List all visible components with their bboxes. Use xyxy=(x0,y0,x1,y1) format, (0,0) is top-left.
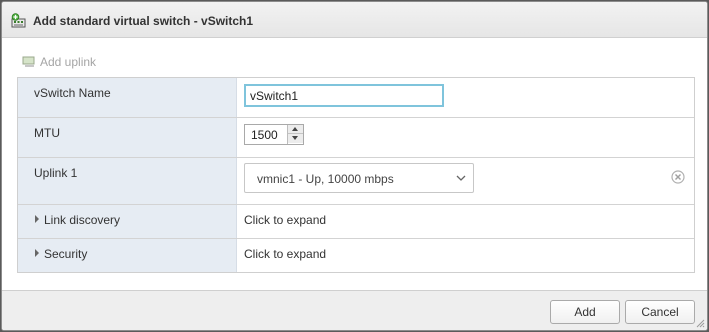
security-label[interactable]: Security xyxy=(35,247,87,261)
mtu-stepper-buttons xyxy=(287,125,303,144)
chevron-down-icon xyxy=(456,175,466,181)
dialog-footer: Add Cancel xyxy=(2,290,707,330)
arrow-up-icon xyxy=(292,127,298,131)
link-discovery-expand-link[interactable]: Click to expand xyxy=(244,213,326,227)
form-row-link-discovery[interactable]: Link discovery Click to expand xyxy=(18,205,694,239)
mtu-stepper[interactable]: 1500 xyxy=(244,124,304,145)
clear-circle-icon[interactable] xyxy=(671,170,685,184)
add-uplink-label: Add uplink xyxy=(40,55,97,69)
form-row-mtu: MTU 1500 xyxy=(18,118,694,158)
form-row-vswitch-name: vSwitch Name xyxy=(18,78,694,118)
dialog-content: Add uplink vSwitch Name MTU 1500 Up xyxy=(2,38,707,290)
resize-grip-icon[interactable] xyxy=(695,318,705,328)
dialog-title: Add standard virtual switch - vSwitch1 xyxy=(33,14,254,28)
arrow-down-icon xyxy=(292,136,298,140)
uplink1-selected-value: vmnic1 - Up, 10000 mbps xyxy=(257,172,394,186)
uplink1-select[interactable]: vmnic1 - Up, 10000 mbps xyxy=(244,163,474,193)
virtual-switch-add-icon xyxy=(11,13,26,28)
security-expand-link[interactable]: Click to expand xyxy=(244,247,326,261)
form-row-uplink1: Uplink 1 vmnic1 - Up, 10000 mbps xyxy=(18,158,694,205)
nic-add-icon xyxy=(22,56,35,67)
expand-triangle-icon xyxy=(35,249,39,257)
link-discovery-label[interactable]: Link discovery xyxy=(35,213,120,227)
mtu-value: 1500 xyxy=(251,128,278,142)
dialog-titlebar[interactable]: Add standard virtual switch - vSwitch1 xyxy=(2,2,707,38)
mtu-decrement-button[interactable] xyxy=(288,134,303,143)
mtu-label: MTU xyxy=(34,126,60,140)
expand-triangle-icon xyxy=(35,215,39,223)
vswitch-name-input[interactable] xyxy=(244,84,444,107)
uplink1-label: Uplink 1 xyxy=(34,166,78,180)
add-button[interactable]: Add xyxy=(550,300,620,324)
form-row-security[interactable]: Security Click to expand xyxy=(18,239,694,273)
vswitch-settings-form: vSwitch Name MTU 1500 Uplink 1 vmnic1 - … xyxy=(17,77,695,273)
cancel-button[interactable]: Cancel xyxy=(625,300,695,324)
mtu-increment-button[interactable] xyxy=(288,125,303,134)
vswitch-name-label: vSwitch Name xyxy=(34,86,111,100)
add-vswitch-dialog: Add standard virtual switch - vSwitch1 A… xyxy=(1,1,708,331)
